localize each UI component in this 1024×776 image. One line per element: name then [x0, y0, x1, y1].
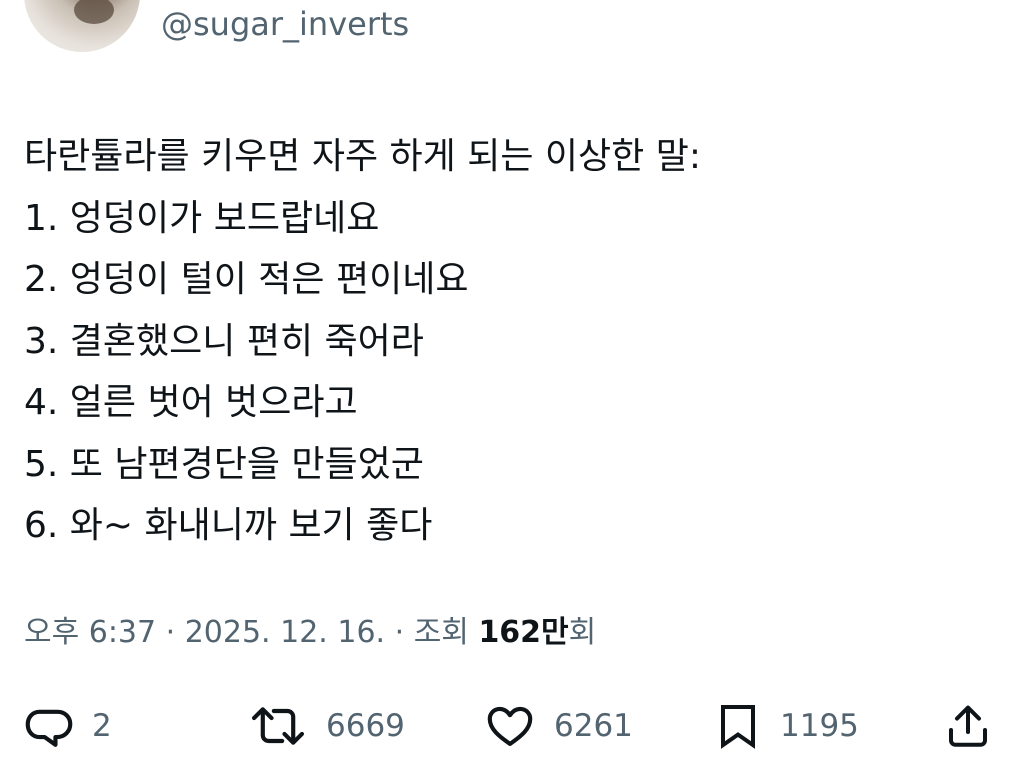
tweet-line: 2. 엉덩이 털이 적은 편이네요 [24, 259, 469, 300]
timestamp[interactable]: 오후 6:37 · 2025. 12. 16. · 조회 [24, 615, 478, 650]
tweet-line: 3. 결혼했으니 편히 죽어라 [24, 320, 424, 362]
retweet-count: 6669 [326, 708, 405, 744]
reply-bubble-icon [24, 701, 74, 751]
heart-icon [484, 701, 536, 751]
author-handle[interactable]: @sugar_inverts [161, 2, 409, 46]
views-suffix: 회 [568, 615, 597, 650]
bookmark-count: 1195 [780, 708, 859, 744]
bookmark-button[interactable]: 1195 [714, 696, 859, 756]
like-button[interactable]: 6261 [484, 696, 633, 756]
tweet-line: 6. 와~ 화내니까 보기 좋다 [24, 505, 433, 546]
reply-button[interactable]: 2 [24, 696, 112, 756]
tweet-line: 타란튤라를 키우면 자주 하게 되는 이상한 말: [24, 136, 701, 177]
action-bar: 2 6669 6261 1195 [0, 696, 1024, 756]
tweet-text: 타란튤라를 키우면 자주 하게 되는 이상한 말: 1. 엉덩이가 보드랍네요 … [24, 126, 984, 557]
retweet-button[interactable]: 6669 [248, 696, 405, 756]
share-icon [944, 701, 992, 751]
retweet-icon [248, 701, 308, 751]
tweet-line: 4. 얼른 벗어 벗으라고 [24, 382, 358, 423]
tweet-line: 5. 또 남편경단을 만들었군 [24, 443, 424, 485]
reply-count: 2 [92, 708, 112, 744]
share-button[interactable] [944, 696, 992, 756]
tweet-detail: @sugar_inverts 타란튤라를 키우면 자주 하게 되는 이상한 말:… [0, 0, 1024, 776]
like-count: 6261 [554, 708, 633, 744]
tweet-line: 1. 엉덩이가 보드랍네요 [24, 197, 380, 239]
avatar-image-detail [74, 0, 114, 24]
views-count: 162만 [478, 615, 569, 650]
bookmark-icon [714, 701, 762, 751]
tweet-meta: 오후 6:37 · 2025. 12. 16. · 조회 162만회 [24, 611, 596, 655]
avatar[interactable] [24, 0, 140, 52]
